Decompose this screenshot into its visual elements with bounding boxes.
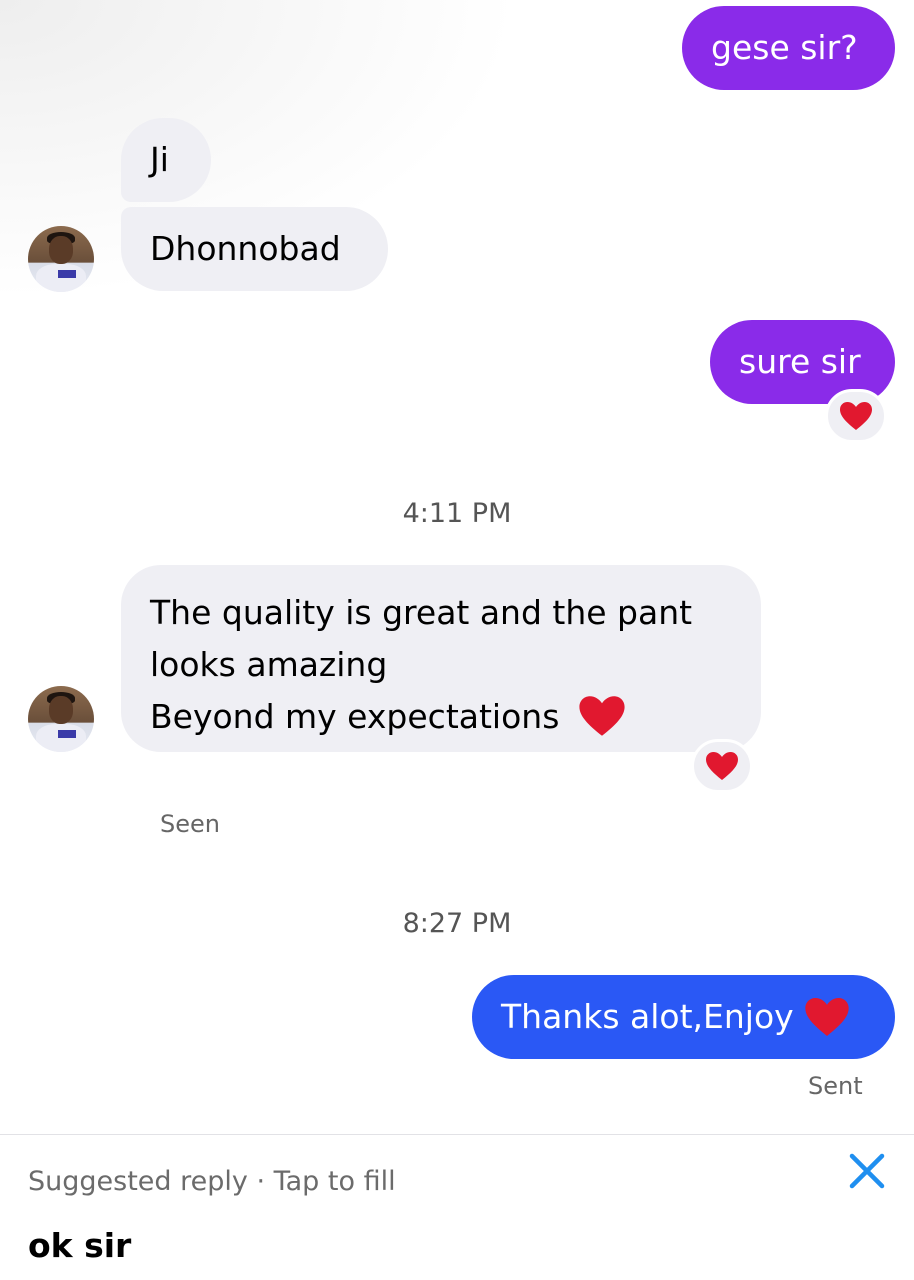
message-line: The quality is great and the pant: [150, 593, 693, 632]
suggested-reply-button[interactable]: ok sir: [28, 1226, 131, 1265]
message-outgoing-thanks[interactable]: Thanks alot,Enjoy: [472, 975, 895, 1059]
close-icon[interactable]: [848, 1152, 886, 1190]
message-line: looks amazing: [150, 645, 388, 684]
heart-reaction-badge[interactable]: [691, 739, 753, 793]
heart-reaction-badge[interactable]: [825, 389, 887, 443]
red-heart-icon: [706, 752, 738, 780]
red-heart-icon: [579, 696, 625, 736]
contact-avatar[interactable]: [28, 686, 94, 752]
suggested-reply-label: Suggested reply · Tap to fill: [28, 1166, 396, 1197]
message-text: sure sir: [739, 342, 861, 381]
red-heart-icon: [840, 402, 872, 430]
red-heart-icon: [805, 998, 849, 1036]
sent-status: Sent: [808, 1072, 863, 1100]
message-text: Dhonnobad: [150, 229, 341, 268]
message-outgoing-gese-sir[interactable]: gese sir?: [682, 6, 895, 90]
message-text: Thanks alot,Enjoy: [501, 997, 794, 1036]
contact-avatar[interactable]: [28, 226, 94, 292]
message-incoming-ji[interactable]: Ji: [121, 118, 211, 202]
timestamp-divider: 4:11 PM: [402, 498, 512, 529]
seen-status: Seen: [160, 810, 220, 838]
message-incoming-dhonnobad[interactable]: Dhonnobad: [121, 207, 388, 291]
timestamp-divider: 8:27 PM: [402, 908, 512, 939]
message-incoming-quality[interactable]: The quality is great and the pant looks …: [121, 565, 761, 752]
message-text: gese sir?: [711, 28, 858, 67]
message-text: Ji: [150, 140, 169, 179]
message-line-text: Beyond my expectations: [150, 697, 560, 736]
message-line: Beyond my expectations: [150, 691, 761, 743]
suggestion-divider: [0, 1134, 914, 1135]
